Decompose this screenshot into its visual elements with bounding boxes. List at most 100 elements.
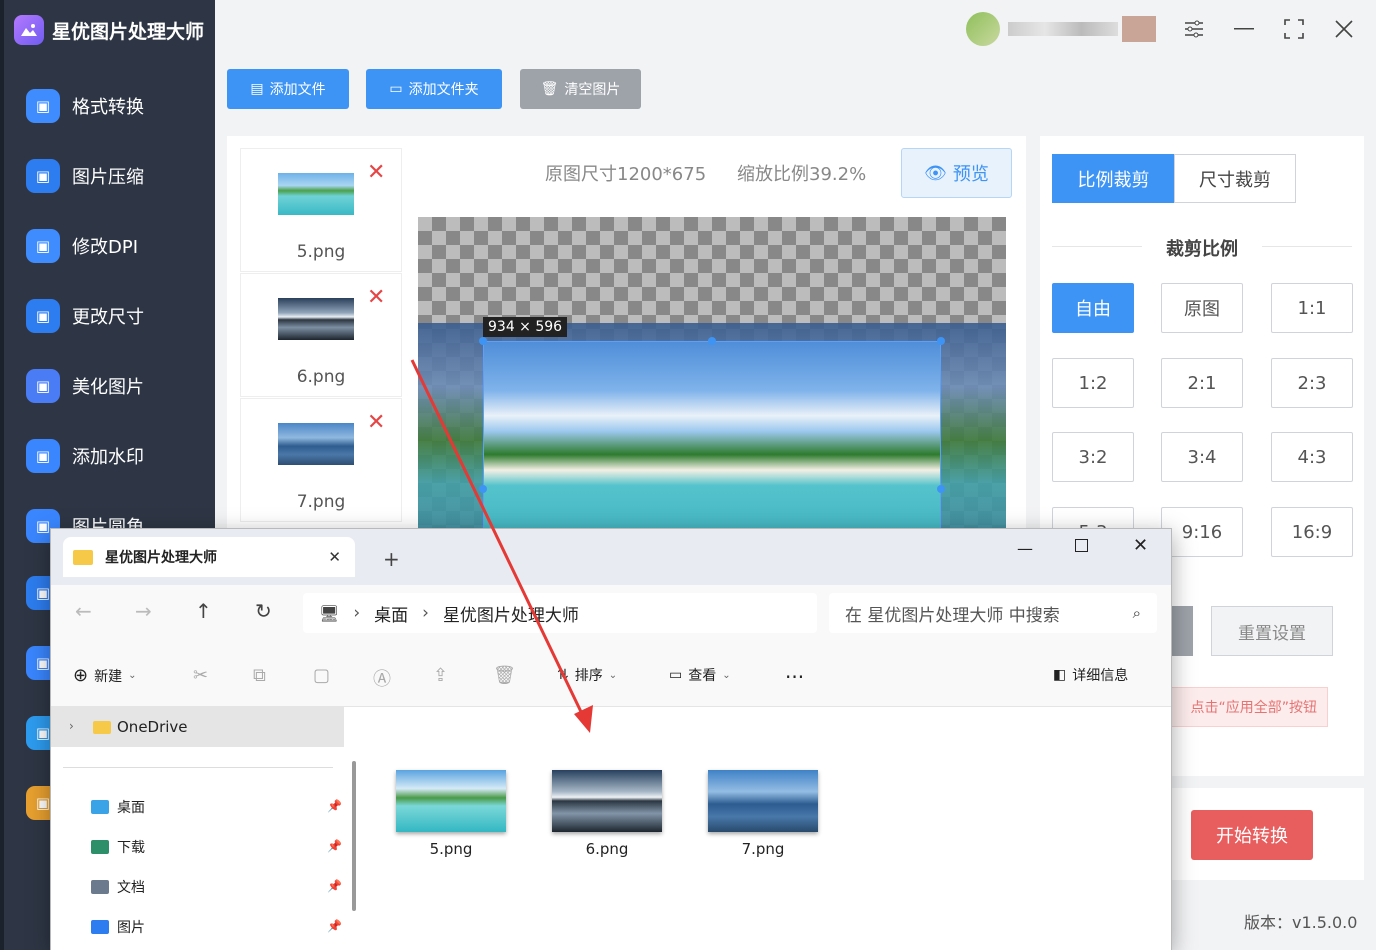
crop-handle[interactable]: [479, 485, 487, 493]
new-tab-icon[interactable]: +: [383, 547, 400, 571]
explorer-file[interactable]: 5.png: [396, 770, 506, 858]
tree-item[interactable]: 桌面: [91, 797, 145, 817]
sidebar-item-label: 图片压缩: [72, 167, 144, 188]
sidebar-item-5[interactable]: ▣ 添加水印: [26, 434, 216, 478]
rename-icon[interactable]: Ⓐ: [373, 665, 391, 691]
preview-button[interactable]: 👁 预览: [901, 148, 1012, 198]
ratio-button[interactable]: 2:3: [1271, 358, 1353, 408]
cut-icon[interactable]: ✂: [193, 665, 208, 686]
tab-size-crop[interactable]: 尺寸裁剪: [1174, 154, 1296, 203]
search-input[interactable]: 在 星优图片处理大师 中搜索 ⌕: [829, 593, 1157, 633]
crop-selection[interactable]: [483, 341, 941, 537]
file-thumbnail: [708, 770, 818, 832]
sort-label: 排序: [574, 668, 603, 684]
onedrive-node[interactable]: OneDrive: [93, 718, 188, 736]
compress-icon: ▣: [26, 159, 60, 193]
copy-icon[interactable]: ⧉: [253, 665, 266, 686]
tree-item[interactable]: 文档: [91, 877, 145, 897]
sidebar-item-2[interactable]: ▣ 修改DPI: [26, 224, 216, 268]
divider: [63, 767, 333, 768]
file-name: 6.png: [296, 367, 346, 387]
view-button[interactable]: ▭ 查看 ⌄: [669, 665, 731, 685]
preview-button-label: 预览: [952, 164, 989, 185]
file-item[interactable]: ✕ 7.png: [240, 398, 402, 522]
sidebar-item-4[interactable]: ▣ 美化图片: [26, 364, 216, 408]
more-icon[interactable]: ···: [785, 665, 804, 689]
explorer-minimize-icon[interactable]: —: [1017, 539, 1033, 558]
file-explorer-window: 星优图片处理大师 ✕ + — ✕ ← → ↑ ↻ 🖥 › 桌面 › 星优图片处理…: [50, 528, 1172, 950]
view-icon: ▭: [669, 667, 683, 683]
ratio-button[interactable]: 16:9: [1271, 507, 1353, 557]
remove-file-icon[interactable]: ✕: [367, 162, 385, 184]
watermark-icon: ▣: [26, 439, 60, 473]
address-bar[interactable]: 🖥 › 桌面 › 星优图片处理大师: [303, 593, 817, 633]
explorer-file[interactable]: 6.png: [552, 770, 662, 858]
share-icon[interactable]: ⇪: [433, 665, 448, 686]
remove-file-icon[interactable]: ✕: [367, 287, 385, 309]
minimize-icon[interactable]: [1232, 17, 1256, 41]
crop-handle[interactable]: [937, 337, 945, 345]
hint-text: 点击“应用全部”按钮: [1150, 687, 1328, 727]
tree-item-label: 桌面: [117, 800, 145, 816]
file-item[interactable]: ✕ 5.png: [240, 148, 402, 272]
ratio-button[interactable]: 9:16: [1161, 507, 1243, 557]
delete-icon[interactable]: 🗑: [493, 665, 516, 686]
pin-icon[interactable]: 📌: [327, 879, 342, 893]
close-icon[interactable]: [1332, 17, 1356, 41]
explorer-file[interactable]: 7.png: [708, 770, 818, 858]
app-logo-icon: [14, 15, 44, 45]
crop-handle[interactable]: [479, 337, 487, 345]
ratio-button[interactable]: 3:2: [1052, 432, 1134, 482]
user-avatar[interactable]: [966, 12, 1156, 46]
pin-icon[interactable]: 📌: [327, 799, 342, 813]
ratio-button[interactable]: 3:4: [1161, 432, 1243, 482]
sidebar-item-0[interactable]: ▣ 格式转换: [26, 84, 216, 128]
chevron-down-icon: ⌄: [608, 669, 618, 681]
pin-icon[interactable]: 📌: [327, 839, 342, 853]
tab-close-icon[interactable]: ✕: [328, 548, 341, 566]
back-icon[interactable]: ←: [75, 599, 92, 623]
tree-item[interactable]: 下载: [91, 837, 145, 857]
scrollbar[interactable]: [352, 761, 356, 911]
remove-file-icon[interactable]: ✕: [367, 412, 385, 434]
start-convert-button[interactable]: 开始转换: [1191, 810, 1313, 860]
breadcrumb-folder[interactable]: 星优图片处理大师: [443, 601, 579, 626]
dpi-icon: ▣: [26, 229, 60, 263]
sidebar-item-1[interactable]: ▣ 图片压缩: [26, 154, 216, 198]
ratio-button[interactable]: 原图: [1161, 283, 1243, 333]
paste-icon[interactable]: ▢: [313, 665, 330, 686]
refresh-icon[interactable]: ↻: [255, 599, 272, 623]
chevron-right-icon[interactable]: ›: [69, 719, 74, 733]
maximize-icon[interactable]: [1282, 17, 1306, 41]
ratio-button[interactable]: 自由: [1052, 283, 1134, 333]
details-button[interactable]: ◧ 详细信息: [1053, 665, 1128, 685]
ratio-button[interactable]: 2:1: [1161, 358, 1243, 408]
clear-images-label: 清空图片: [564, 82, 621, 98]
explorer-maximize-icon[interactable]: [1075, 539, 1088, 552]
settings-sliders-icon[interactable]: [1182, 17, 1206, 41]
ratio-button[interactable]: 4:3: [1271, 432, 1353, 482]
file-item[interactable]: ✕ 6.png: [240, 273, 402, 397]
file-icon: ▤: [250, 81, 264, 97]
breadcrumb-desktop[interactable]: 桌面: [374, 601, 408, 626]
crop-handle[interactable]: [937, 485, 945, 493]
pin-icon[interactable]: 📌: [327, 919, 342, 933]
add-file-button[interactable]: ▤ 添加文件: [227, 69, 349, 109]
sidebar-item-3[interactable]: ▣ 更改尺寸: [26, 294, 216, 338]
add-folder-button[interactable]: ▭ 添加文件夹: [366, 69, 502, 109]
sort-button[interactable]: ⇅ 排序 ⌄: [557, 665, 617, 685]
forward-icon[interactable]: →: [135, 599, 152, 623]
trash-icon: 🗑: [540, 81, 559, 97]
new-button[interactable]: ⊕ 新建 ⌄: [73, 665, 136, 686]
folder-icon: [73, 549, 93, 565]
up-icon[interactable]: ↑: [195, 599, 212, 623]
ratio-button[interactable]: 1:1: [1271, 283, 1353, 333]
crop-handle[interactable]: [708, 337, 716, 345]
tree-item[interactable]: 图片: [91, 917, 145, 937]
explorer-close-icon[interactable]: ✕: [1133, 535, 1148, 556]
explorer-tab[interactable]: 星优图片处理大师 ✕: [63, 537, 355, 577]
reset-button[interactable]: 重置设置: [1211, 606, 1333, 656]
clear-images-button[interactable]: 🗑 清空图片: [520, 69, 641, 109]
ratio-button[interactable]: 1:2: [1052, 358, 1134, 408]
tab-ratio-crop[interactable]: 比例裁剪: [1052, 154, 1175, 203]
